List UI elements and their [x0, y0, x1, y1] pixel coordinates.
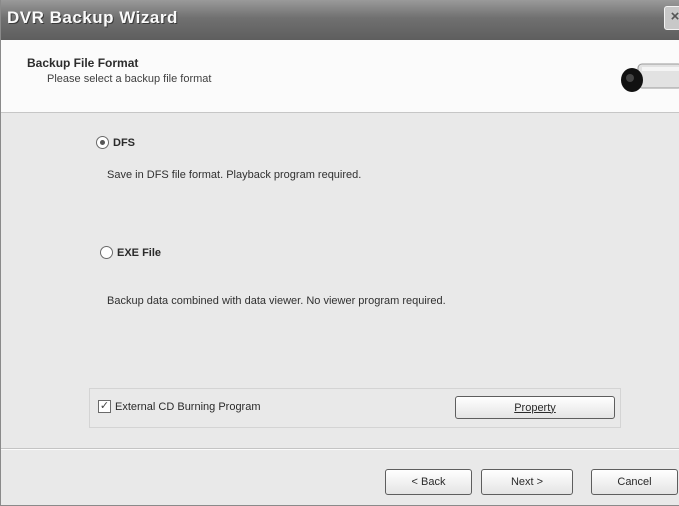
format-selection: DFS Save in DFS file format. Playback pr… [1, 113, 679, 448]
title-bar[interactable]: DVR Backup Wizard × [1, 0, 679, 40]
external-cd-label: External CD Burning Program [115, 400, 261, 413]
footer-divider [1, 448, 679, 450]
close-button[interactable]: × [664, 6, 679, 30]
wizard-header: Backup File Format Please select a backu… [1, 40, 679, 113]
radio-option-exe[interactable]: EXE File [100, 246, 161, 259]
dfs-description: Save in DFS file format. Playback progra… [107, 169, 362, 181]
cd-burning-group: ✓ External CD Burning Program Property [89, 388, 621, 428]
exe-description: Backup data combined with data viewer. N… [107, 295, 446, 307]
dvr-backup-wizard-window: DVR Backup Wizard × Backup File Format P… [0, 0, 679, 506]
radio-label-exe: EXE File [117, 246, 162, 259]
next-button[interactable]: Next > [481, 469, 573, 495]
external-cd-checkbox[interactable]: ✓ [98, 400, 111, 413]
external-cd-checkbox-row[interactable]: ✓ External CD Burning Program [98, 400, 261, 413]
back-button[interactable]: < Back [385, 469, 472, 495]
radio-option-dfs[interactable]: DFS [96, 136, 135, 149]
radio-button-exe[interactable] [100, 246, 113, 259]
window-title: DVR Backup Wizard [7, 8, 178, 27]
page-title: Backup File Format [27, 56, 139, 70]
radio-label-dfs: DFS [113, 136, 135, 149]
close-icon: × [670, 8, 679, 25]
page-subtitle: Please select a backup file format [47, 73, 212, 85]
property-button[interactable]: Property [455, 396, 615, 419]
cancel-button[interactable]: Cancel [591, 469, 678, 495]
camera-icon [621, 63, 679, 92]
radio-button-dfs[interactable] [96, 136, 109, 149]
